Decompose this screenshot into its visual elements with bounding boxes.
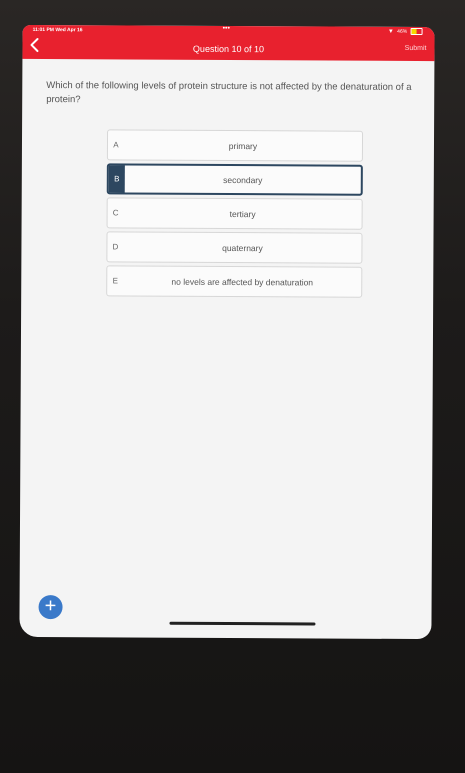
multitask-dots[interactable]: ••• — [223, 25, 230, 32]
choice-letter: A — [113, 140, 119, 150]
choice-b[interactable]: B secondary — [106, 163, 363, 196]
choice-e[interactable]: E no levels are affected by denaturation — [106, 265, 363, 298]
page-title: Question 10 of 10 — [192, 43, 265, 55]
header-bar: 11:01 PM Wed Apr 16 ••• ▼ 46% Question 1… — [22, 24, 435, 62]
choice-text: quaternary — [222, 242, 263, 253]
choice-c[interactable]: C tertiary — [106, 197, 363, 230]
choice-text: no levels are affected by denaturation — [171, 276, 314, 287]
choice-d[interactable]: D quaternary — [106, 231, 363, 264]
submit-button[interactable]: Submit — [405, 45, 427, 52]
choice-text: primary — [228, 140, 258, 151]
question-text: Which of the following levels of protein… — [46, 80, 412, 106]
choice-letter: C — [112, 208, 119, 218]
choice-text: tertiary — [229, 208, 256, 219]
battery-icon — [410, 27, 423, 36]
status-indicators: ▼ 46% — [387, 27, 423, 36]
battery-percent: 46% — [397, 28, 408, 35]
answer-choices: A primary B secondary C tertiary D quate… — [106, 129, 364, 300]
status-time: 11:01 PM Wed Apr 16 — [32, 26, 83, 34]
choice-letter: B — [108, 165, 125, 193]
choice-letter: D — [112, 242, 119, 252]
home-indicator[interactable] — [169, 621, 316, 626]
choice-a[interactable]: A primary — [106, 129, 364, 162]
add-button[interactable]: + — [38, 595, 63, 620]
tablet-screen: 11:01 PM Wed Apr 16 ••• ▼ 46% Question 1… — [19, 24, 435, 640]
choice-letter: E — [112, 276, 118, 286]
wifi-icon: ▼ — [387, 28, 394, 35]
choice-text: secondary — [223, 174, 263, 185]
